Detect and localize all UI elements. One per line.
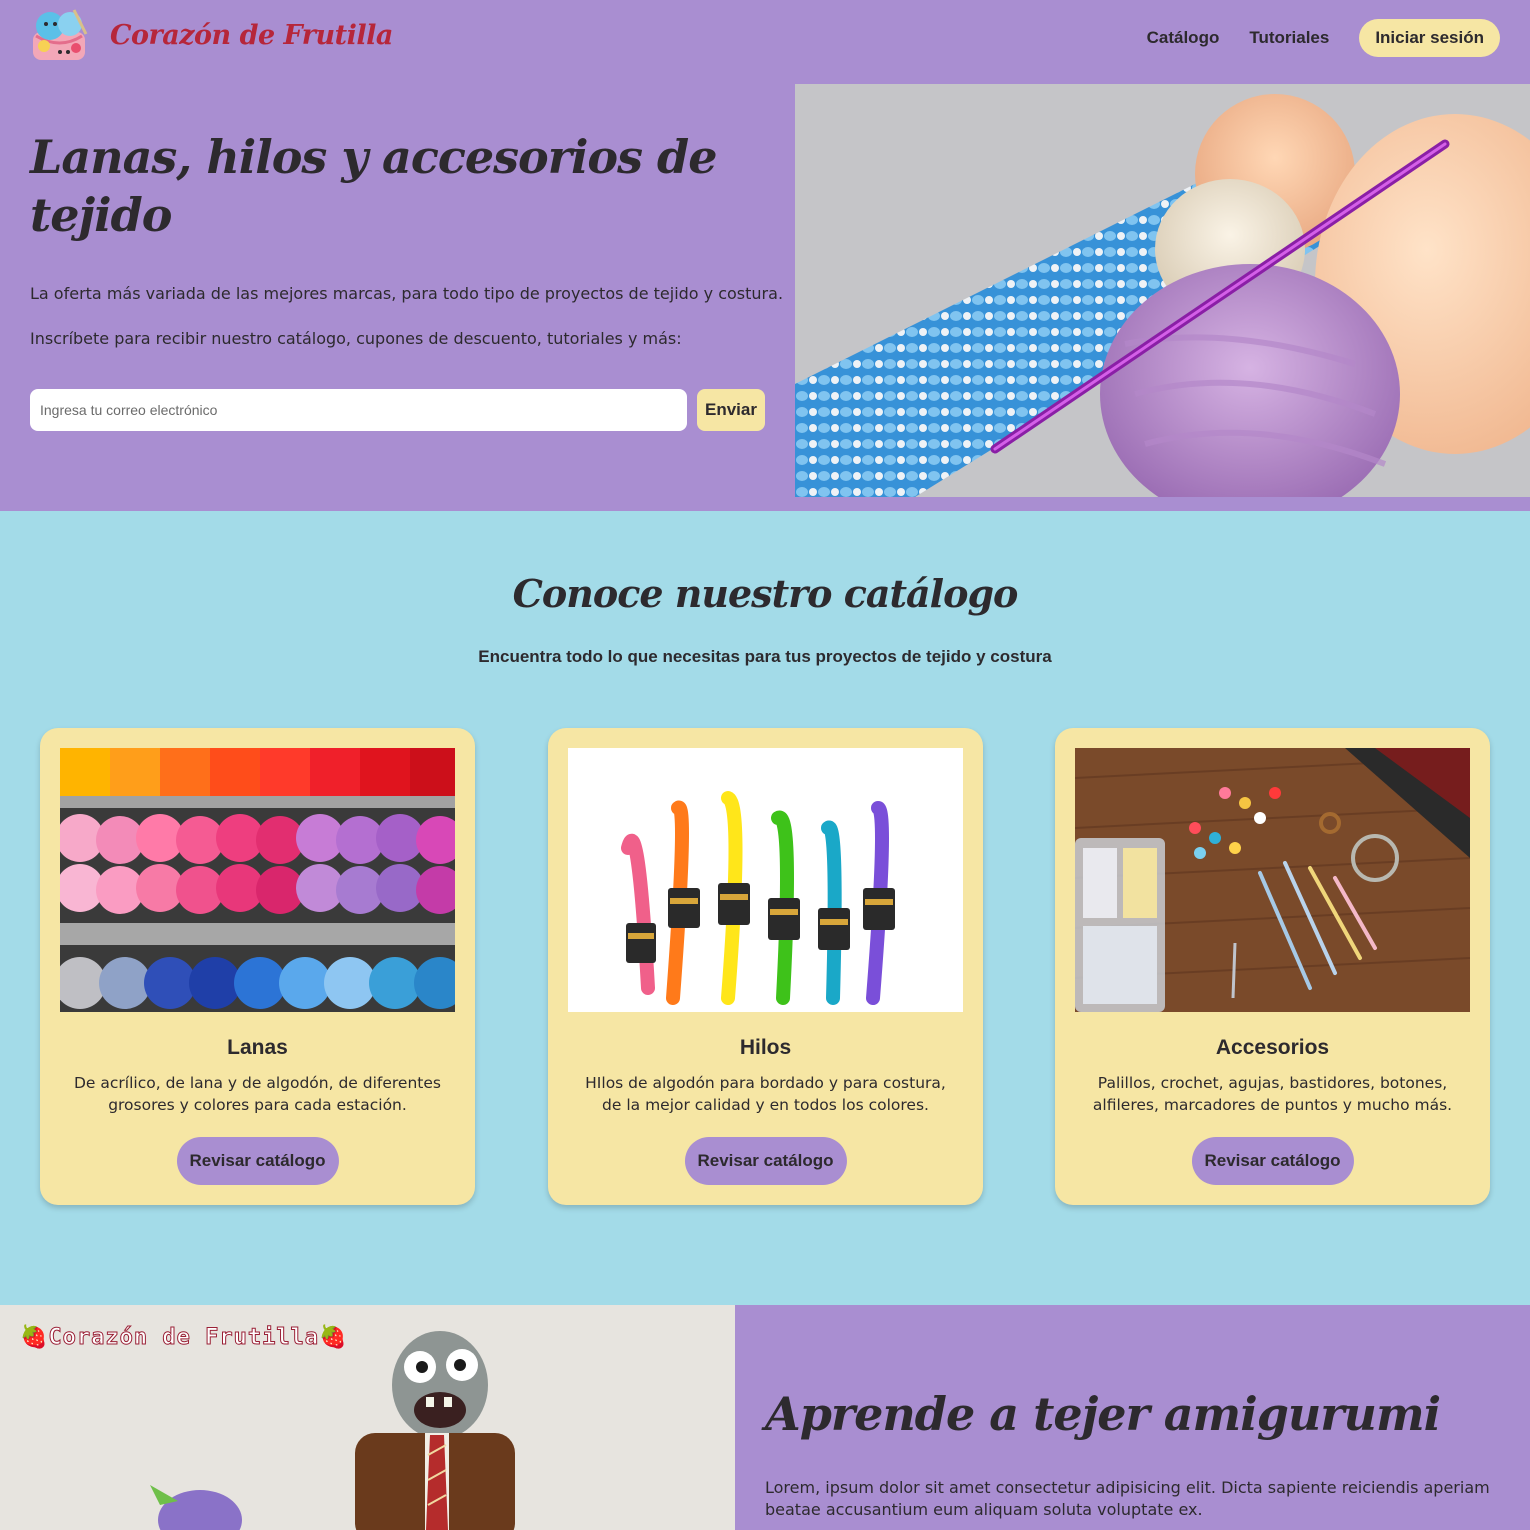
hero-description: La oferta más variada de las mejores mar… [30,284,784,303]
card-title: Accesorios [1215,1036,1330,1059]
review-catalog-button-hilos[interactable]: Revisar catálogo [684,1137,847,1185]
card-description: HIlos de algodón para bordado y para cos… [585,1074,946,1114]
catalog-title: Conoce nuestro catálogo [512,571,1019,616]
amigurumi-zombie-image: 🍓Corazón de Frutilla🍓 [0,1305,735,1530]
yarn-basket-logo-icon [33,9,88,60]
hero-title: Lanas, hilos y accesorios de tejido [30,130,717,242]
accessories-table-image [1075,748,1470,1012]
review-catalog-button-lanas[interactable]: Revisar catálogo [176,1137,339,1185]
catalog-subtitle: Encuentra todo lo que necesitas para tus… [478,647,1052,666]
amigurumi-description: Lorem, ipsum dolor sit amet consectetur … [765,1478,1490,1519]
email-input[interactable] [30,389,687,431]
card-description: Palillos, crochet, agujas, bastidores, b… [1092,1074,1453,1114]
thread-skeins-image [568,748,963,1012]
brand-logo-link[interactable]: Corazón de Frutilla [30,6,393,64]
nav-link-tutoriales[interactable]: Tutoriales [1249,28,1329,48]
review-catalog-button-accesorios[interactable]: Revisar catálogo [1191,1137,1354,1185]
hero-subscribe-text: Inscríbete para recibir nuestro catálogo… [30,329,682,348]
main-nav: Catálogo Tutoriales Iniciar sesión [1147,19,1500,57]
yarn-hero-image [795,84,1530,497]
catalog-card-accesorios: Accesorios Palillos, crochet, agujas, ba… [1055,728,1490,1205]
card-title: Hilos [739,1036,792,1059]
send-button[interactable]: Enviar [697,389,765,431]
brand-name: Corazón de Frutilla [110,19,393,51]
hero-section: Lanas, hilos y accesorios de tejido La o… [0,84,1530,511]
catalog-section: Conoce nuestro catálogo Encuentra todo l… [0,511,1530,1305]
site-header: Corazón de Frutilla Catálogo Tutoriales … [0,0,1530,84]
login-button[interactable]: Iniciar sesión [1359,19,1500,57]
amigurumi-section: 🍓Corazón de Frutilla🍓 Aprende a tejer am… [0,1305,1530,1530]
catalog-card-hilos: Hilos HIlos de algodón para bordado y pa… [548,728,983,1205]
watermark-text: 🍓Corazón de Frutilla🍓 [19,1325,348,1351]
catalog-card-lanas: Lanas De acrílico, de lana y de algodón,… [40,728,475,1205]
card-description: De acrílico, de lana y de algodón, de di… [74,1074,441,1114]
card-title: Lanas [227,1036,288,1059]
nav-link-catalogo[interactable]: Catálogo [1147,28,1220,48]
amigurumi-title: Aprende a tejer amigurumi [765,1387,1441,1441]
wool-shelves-image [60,748,455,1012]
